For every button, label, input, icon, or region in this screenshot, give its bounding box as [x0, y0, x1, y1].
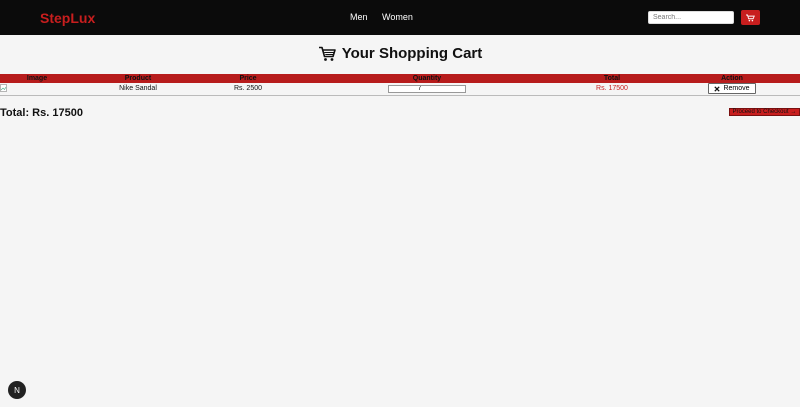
search-input[interactable] [648, 11, 734, 24]
product-image-cell [0, 83, 74, 96]
shopping-cart-icon [318, 46, 336, 61]
brand-logo[interactable]: StepLux [40, 10, 95, 26]
column-header-price: Price [202, 74, 294, 83]
cart-table: Image Product Price Quantity Total Actio… [0, 74, 800, 96]
broken-image-icon [0, 83, 7, 92]
quantity-input[interactable] [388, 84, 466, 93]
dev-tools-badge[interactable]: N [8, 381, 26, 399]
column-header-action: Action [664, 74, 800, 83]
cart-grand-total: Total: Rs. 17500 [0, 107, 83, 119]
checkout-button[interactable]: Proceed to Checkout → [729, 108, 800, 116]
checkout-button-label: Proceed to Checkout [732, 109, 789, 115]
column-header-quantity: Quantity [294, 74, 560, 83]
table-row: Nike Sandal Rs. 2500 Rs. 17500 Remove [0, 83, 800, 96]
nav-link-women[interactable]: Women [382, 12, 413, 22]
page-title-text: Your Shopping Cart [341, 45, 483, 62]
column-header-product: Product [74, 74, 202, 83]
table-header-row: Image Product Price Quantity Total Actio… [0, 74, 800, 83]
arrow-right-icon: → [790, 109, 797, 115]
cart-button[interactable] [741, 10, 760, 25]
title-area: Your Shopping Cart [0, 45, 800, 67]
column-header-total: Total [560, 74, 664, 83]
action-cell: Remove [664, 83, 800, 96]
top-navbar: StepLux Men Women [0, 0, 800, 35]
remove-button[interactable]: Remove [708, 83, 756, 95]
product-name: Nike Sandal [74, 83, 202, 96]
row-total: Rs. 17500 [560, 83, 664, 96]
main-nav: Men Women [350, 12, 425, 22]
cart-icon [746, 14, 755, 21]
quantity-cell [294, 83, 560, 96]
page-title: Your Shopping Cart [318, 45, 483, 62]
product-price: Rs. 2500 [202, 83, 294, 96]
nav-link-men[interactable]: Men [350, 12, 368, 22]
remove-button-label: Remove [723, 85, 750, 93]
x-icon [714, 86, 721, 92]
column-header-image: Image [0, 74, 74, 83]
